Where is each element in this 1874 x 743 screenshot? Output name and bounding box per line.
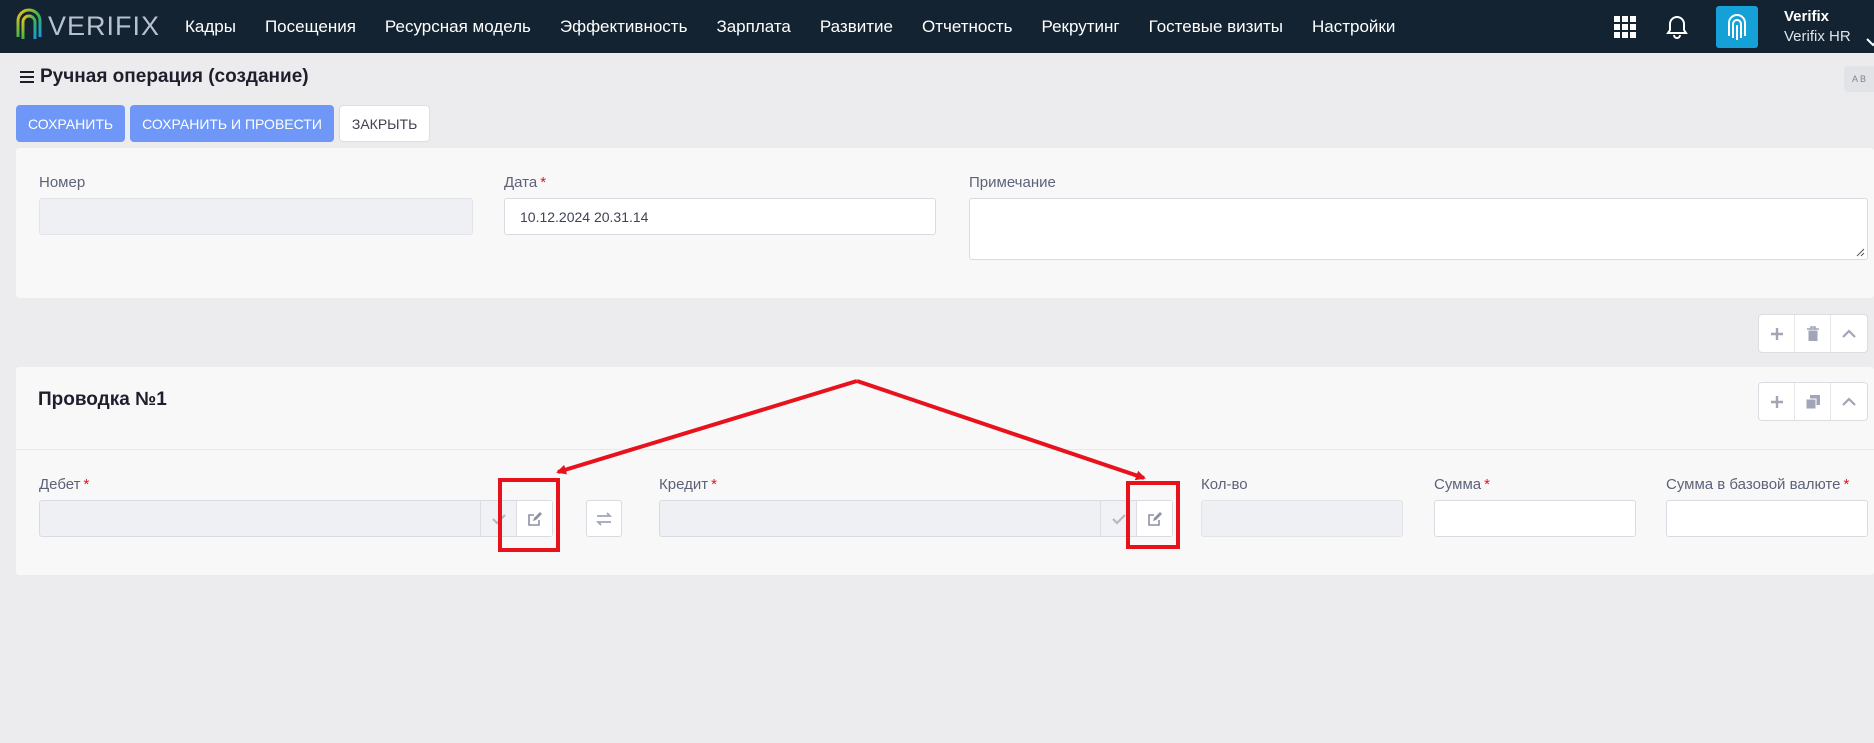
date-label: Дата * (504, 174, 546, 191)
entry-divider (16, 449, 1874, 450)
delete-entries-button[interactable] (1795, 315, 1831, 352)
credit-select[interactable] (659, 500, 1173, 537)
required-mark: * (1484, 476, 1490, 493)
menu-item-efficiency[interactable]: Эффективность (560, 17, 688, 37)
menu-item-development[interactable]: Развитие (820, 17, 893, 37)
date-label-text: Дата (504, 174, 538, 191)
qty-label: Кол-во (1201, 476, 1248, 493)
collapse-entry-button[interactable] (1831, 383, 1867, 420)
credit-label: Кредит * (659, 476, 717, 493)
menu-item-reports[interactable]: Отчетность (922, 17, 1013, 37)
base-sum-field[interactable] (1666, 500, 1868, 537)
logo[interactable]: VERIFIX (14, 7, 164, 47)
note-textarea[interactable] (969, 198, 1868, 260)
required-mark: * (83, 476, 90, 493)
copy-icon (1805, 394, 1820, 409)
sum-field[interactable] (1434, 500, 1636, 537)
menu-item-salary[interactable]: Зарплата (716, 17, 790, 37)
nav-right: Verifix Verifix HR (1614, 0, 1874, 53)
copy-entry-button[interactable] (1795, 383, 1831, 420)
credit-label-text: Кредит (659, 476, 709, 493)
entry-actions (1758, 382, 1868, 421)
credit-select-value[interactable] (660, 501, 1100, 536)
menu-item-staff[interactable]: Кадры (185, 17, 236, 37)
collapse-entries-button[interactable] (1831, 315, 1867, 352)
menu-item-recruiting[interactable]: Рекрутинг (1042, 17, 1120, 37)
save-and-post-button[interactable]: СОХРАНИТЬ И ПРОВЕСТИ (130, 105, 334, 142)
edit-icon (1147, 511, 1162, 526)
entries-actions (1758, 314, 1868, 353)
save-button[interactable]: СОХРАНИТЬ (16, 105, 126, 142)
debit-select[interactable] (39, 500, 553, 537)
close-button[interactable]: ЗАКРЫТЬ (338, 105, 431, 142)
swap-debit-credit-button[interactable] (586, 500, 622, 537)
resize-handle-icon[interactable] (1855, 247, 1865, 257)
top-navbar: VERIFIX Кадры Посещения Ресурсная модель… (0, 0, 1874, 53)
user-name: Verifix (1784, 7, 1830, 25)
debit-label: Дебет * (39, 476, 89, 493)
debit-confirm-button[interactable] (480, 501, 516, 536)
language-switch-icon[interactable]: A B (1844, 66, 1874, 92)
sum-label-text: Сумма (1434, 476, 1482, 493)
add-entry-button[interactable] (1759, 315, 1795, 352)
date-field[interactable]: 10.12.2024 20.31.14 (504, 198, 936, 235)
base-sum-label-text: Сумма в базовой валюте (1666, 476, 1841, 493)
credit-edit-button[interactable] (1136, 501, 1172, 536)
user-menu[interactable]: Verifix Verifix HR (1784, 7, 1874, 47)
number-field[interactable] (39, 198, 473, 235)
debit-select-value[interactable] (40, 501, 480, 536)
base-sum-label: Сумма в базовой валюте * (1666, 476, 1849, 493)
debit-edit-button[interactable] (516, 501, 552, 536)
page-title: Ручная операция (создание) (40, 66, 309, 87)
number-label: Номер (39, 174, 86, 191)
fingerprint-logo-icon (16, 8, 42, 41)
toolbar: СОХРАНИТЬ СОХРАНИТЬ И ПРОВЕСТИ ЗАКРЫТЬ (16, 105, 431, 142)
required-mark: * (1843, 476, 1850, 493)
bell-icon[interactable] (1666, 15, 1688, 39)
required-mark: * (711, 476, 717, 493)
note-label: Примечание (969, 174, 1056, 191)
add-line-button[interactable] (1759, 383, 1795, 420)
entry-title: Проводка №1 (38, 389, 167, 410)
hamburger-icon[interactable] (20, 71, 34, 83)
sum-label: Сумма * (1434, 476, 1490, 493)
logo-text: VERIFIX (48, 11, 161, 41)
qty-field[interactable] (1201, 500, 1403, 537)
trash-icon (1806, 325, 1819, 341)
menu-item-attendance[interactable]: Посещения (265, 17, 356, 37)
entry-card: Проводка №1 Дебет * Кредит * Кол-во Сумм… (16, 367, 1874, 575)
chevron-down-icon[interactable] (1866, 37, 1874, 47)
edit-icon (527, 511, 542, 526)
credit-confirm-button[interactable] (1100, 501, 1136, 536)
swap-icon (596, 511, 612, 526)
plus-icon (1770, 395, 1783, 408)
menu-item-guest-visits[interactable]: Гостевые визиты (1149, 17, 1283, 37)
chevron-up-icon (1842, 396, 1856, 406)
plus-icon (1770, 327, 1783, 340)
check-icon (1111, 513, 1126, 525)
check-icon (491, 513, 506, 525)
menu-item-settings[interactable]: Настройки (1312, 17, 1395, 37)
grid-icon[interactable] (1614, 15, 1636, 38)
page-title-row: Ручная операция (создание) (20, 66, 309, 88)
fingerprint-icon (1728, 13, 1746, 40)
debit-label-text: Дебет (39, 476, 81, 493)
menu-item-resource-model[interactable]: Ресурсная модель (385, 17, 531, 37)
document-header-card: Номер Дата * 10.12.2024 20.31.14 Примечан… (16, 148, 1874, 298)
avatar[interactable] (1716, 5, 1758, 48)
chevron-up-icon (1842, 328, 1856, 338)
required-mark: * (540, 174, 547, 191)
main-menu: Кадры Посещения Ресурсная модель Эффекти… (185, 17, 1424, 37)
user-org: Verifix HR (1784, 27, 1851, 45)
